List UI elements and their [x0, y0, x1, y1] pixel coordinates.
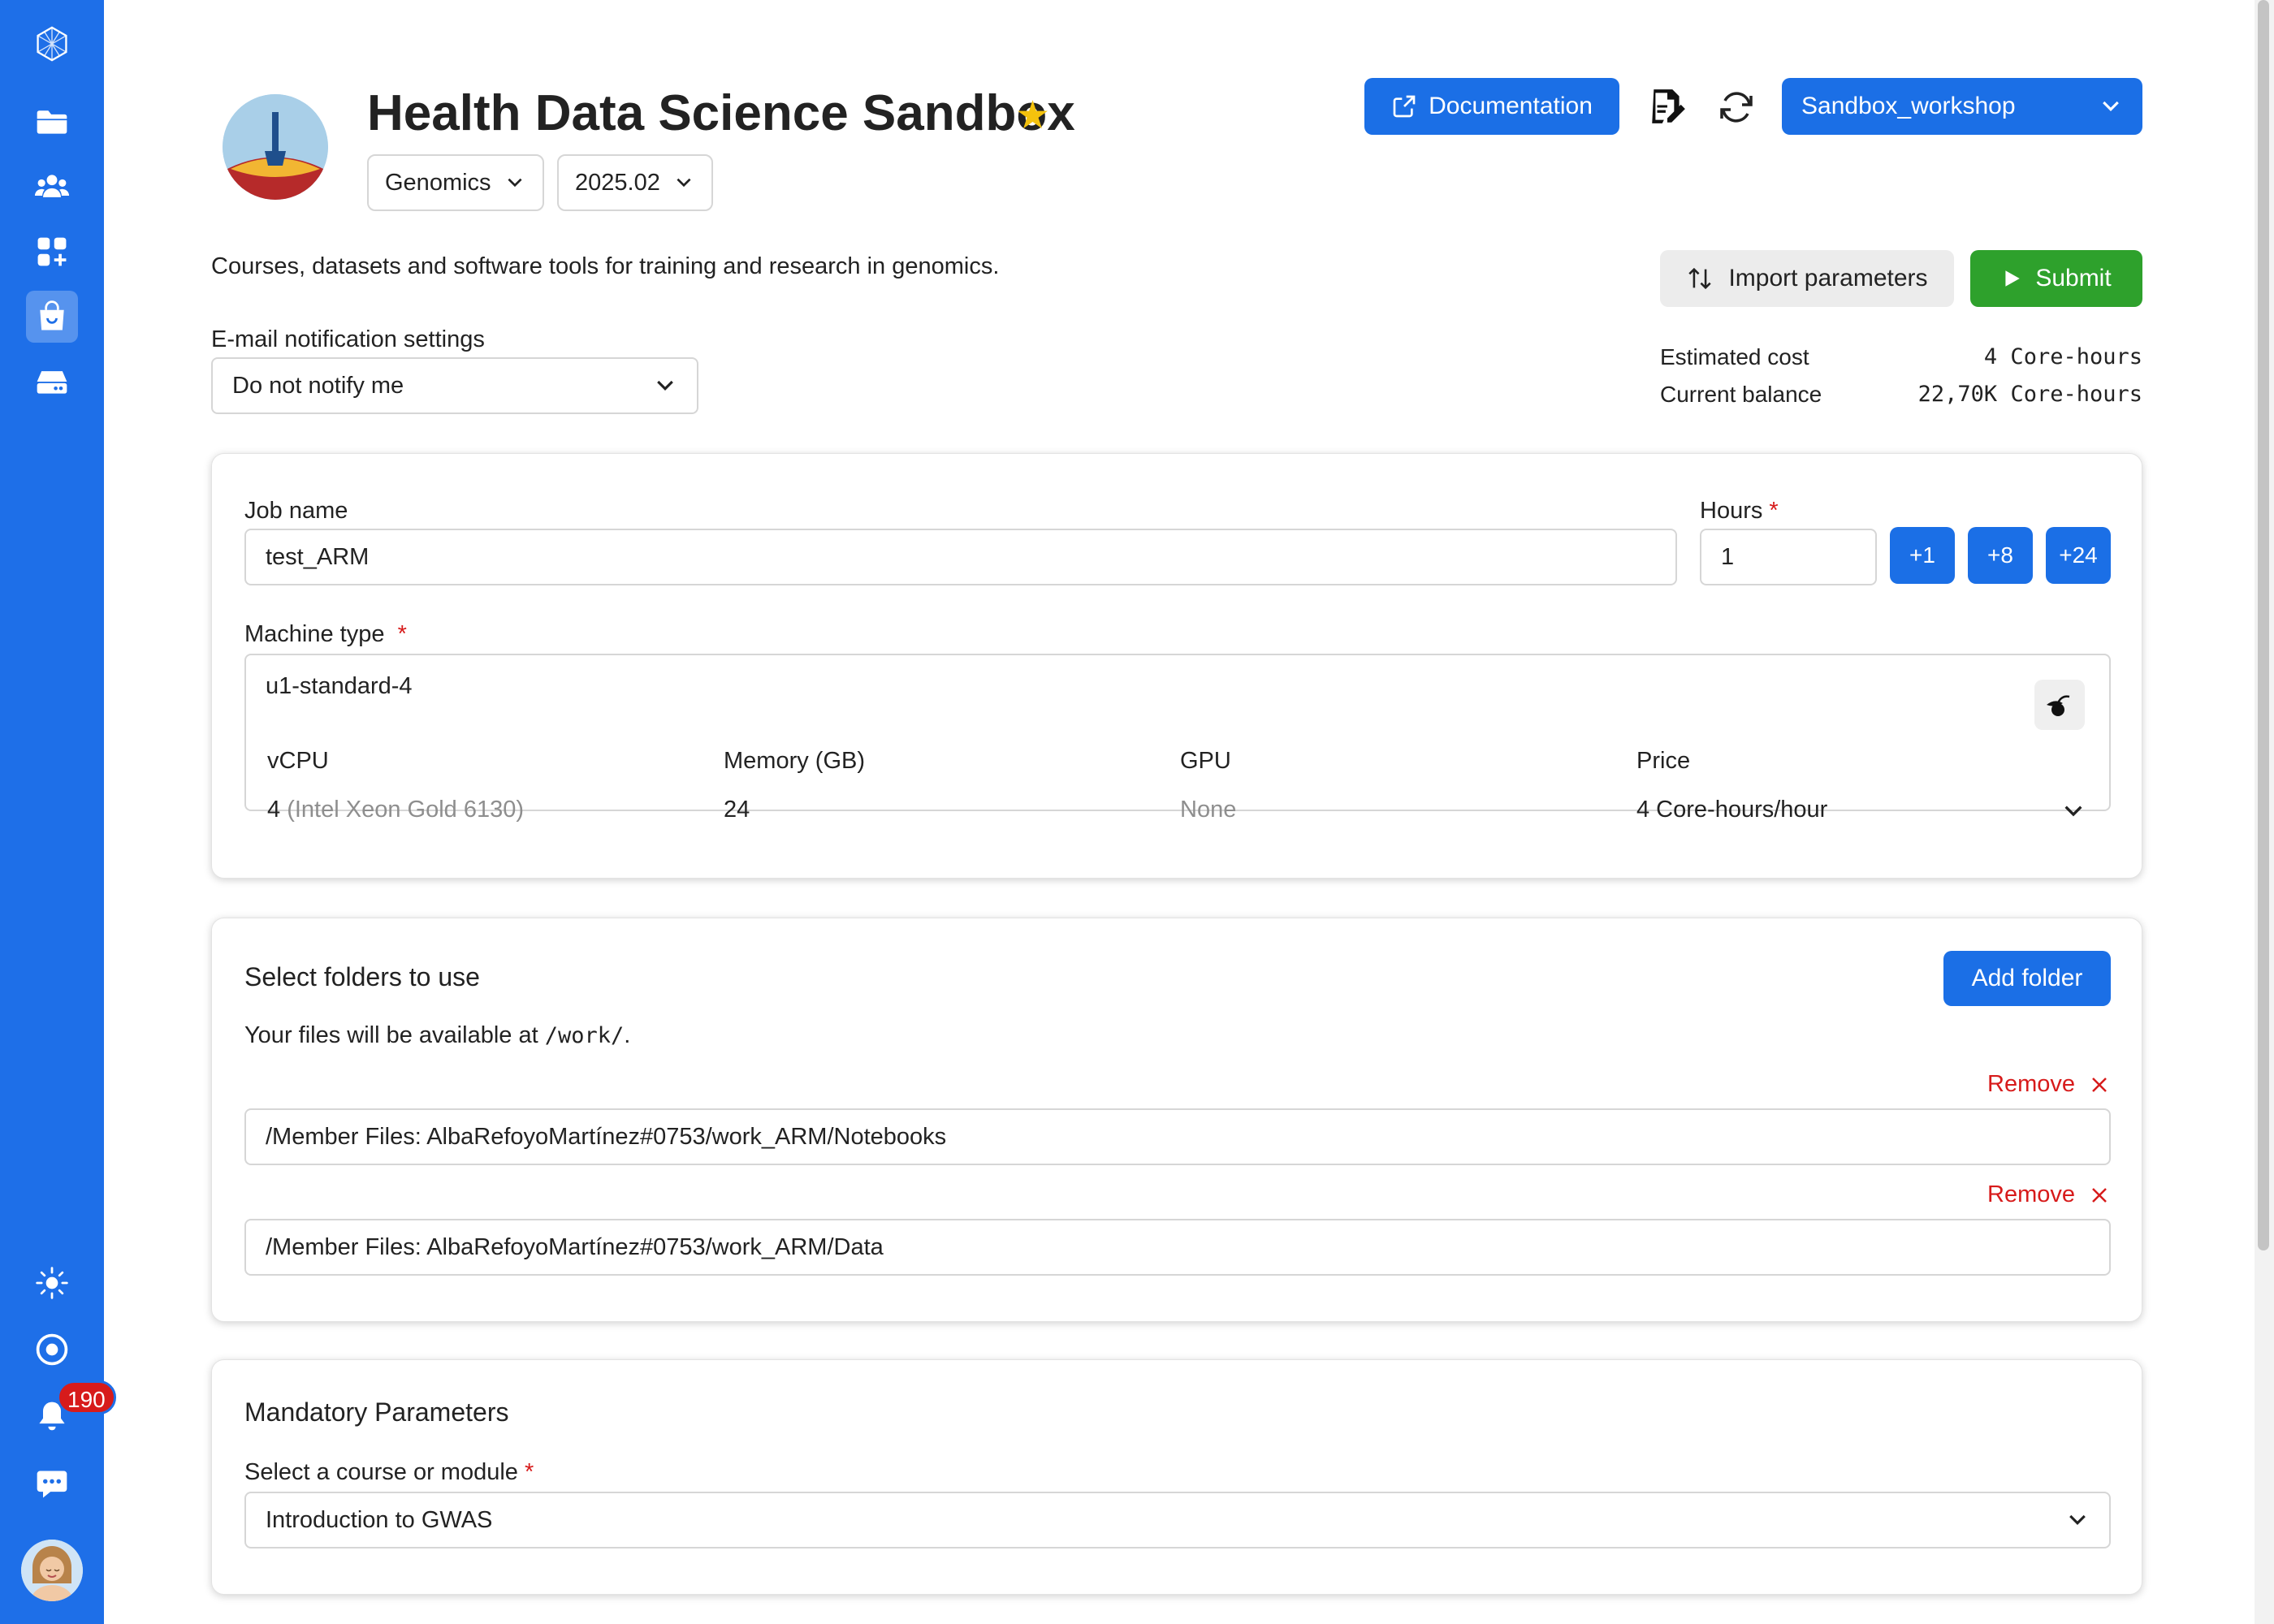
machine-type-value: u1-standard-4 — [266, 673, 413, 699]
submit-label: Submit — [2035, 265, 2112, 292]
folders-title: Select folders to use — [244, 962, 480, 991]
app-logo — [223, 94, 328, 200]
price-value: 4 Core-hours/hour — [1636, 797, 1828, 823]
refresh-icon[interactable] — [1717, 88, 1756, 127]
import-parameters-button[interactable]: Import parameters — [1660, 250, 1954, 307]
status-icon[interactable] — [26, 1324, 78, 1376]
estimated-cost-row: Estimated cost 4 Core-hours — [1660, 344, 2142, 370]
email-notification-value: Do not notify me — [232, 372, 404, 399]
folders-note: Your files will be available at /work/. — [244, 1022, 631, 1048]
folder-path-input[interactable]: /Member Files: AlbaRefoyoMartínez#0753/w… — [244, 1108, 2111, 1165]
remove-folder-2-button[interactable]: Remove — [1987, 1181, 2109, 1208]
add-24-hours-button[interactable]: +24 — [2046, 527, 2111, 584]
import-parameters-label: Import parameters — [1728, 265, 1928, 292]
chevron-down-icon — [2069, 1514, 2086, 1525]
projects-icon[interactable] — [26, 161, 78, 213]
resources-icon[interactable] — [26, 356, 78, 408]
workspace-select[interactable]: Sandbox_workshop — [1782, 78, 2142, 135]
course-value: Introduction to GWAS — [266, 1506, 493, 1533]
folder-path-value: /Member Files: AlbaRefoyoMartínez#0753/w… — [266, 1233, 884, 1260]
support-icon[interactable] — [26, 1458, 78, 1510]
category-value: Genomics — [385, 169, 491, 196]
chevron-down-icon — [657, 380, 673, 391]
vcpu-header: vCPU — [267, 748, 329, 774]
current-balance-row: Current balance 22,70K Core-hours — [1660, 382, 2142, 408]
course-label: Select a course or module * — [244, 1459, 534, 1485]
version-value: 2025.02 — [575, 169, 660, 196]
machine-vendor-icon — [2034, 680, 2085, 730]
submit-button[interactable]: Submit — [1970, 250, 2142, 307]
applications-icon[interactable] — [26, 226, 78, 278]
job-config-card: Job name test_ARM Hours * 1 +1 +8 +24 Ma… — [211, 453, 2142, 879]
memory-header: Memory (GB) — [724, 748, 865, 774]
hours-value: 1 — [1721, 543, 1735, 570]
app-logo-icon[interactable] — [26, 18, 78, 70]
files-icon[interactable] — [26, 96, 78, 148]
vcpu-value: 4 (Intel Xeon Gold 6130) — [267, 797, 525, 823]
hours-label: Hours * — [1700, 498, 1779, 524]
notification-count-badge: 190 — [57, 1380, 116, 1415]
page-title: Health Data Science Sandbox — [367, 85, 1075, 141]
swap-arrows-icon — [1688, 267, 1712, 290]
play-icon — [2005, 270, 2021, 287]
gpu-header: GPU — [1180, 748, 1231, 774]
version-select[interactable]: 2025.02 — [557, 154, 713, 211]
documentation-label: Documentation — [1429, 93, 1593, 119]
app-store-icon[interactable] — [26, 291, 78, 343]
gpu-value: None — [1180, 797, 1237, 823]
email-notification-select[interactable]: Do not notify me — [211, 357, 698, 414]
course-select[interactable]: Introduction to GWAS — [244, 1492, 2111, 1548]
add-1-hour-button[interactable]: +1 — [1890, 527, 1955, 584]
job-name-label: Job name — [244, 498, 348, 524]
current-balance-label: Current balance — [1660, 382, 1822, 407]
user-avatar[interactable] — [21, 1540, 83, 1601]
chevron-down-icon — [677, 178, 691, 188]
estimated-cost-label: Estimated cost — [1660, 344, 1809, 369]
page-scrollbar[interactable] — [2255, 0, 2274, 1624]
mandatory-parameters-card: Mandatory Parameters Select a course or … — [211, 1359, 2142, 1595]
folders-card: Select folders to use Add folder Your fi… — [211, 918, 2142, 1322]
estimated-cost-value: 4 Core-hours — [1983, 344, 2142, 369]
favorite-star-icon[interactable]: ★ — [1015, 93, 1050, 138]
category-select[interactable]: Genomics — [367, 154, 544, 211]
folder-path-input[interactable]: /Member Files: AlbaRefoyoMartínez#0753/w… — [244, 1219, 2111, 1276]
job-name-input[interactable]: test_ARM — [244, 529, 1677, 585]
close-icon — [2092, 1187, 2107, 1203]
app-description: Courses, datasets and software tools for… — [211, 253, 1000, 279]
remove-folder-1-button[interactable]: Remove — [1987, 1071, 2109, 1098]
external-link-icon — [1393, 95, 1416, 118]
price-header: Price — [1636, 748, 1691, 774]
sidebar: 190 — [0, 0, 116, 1624]
mandatory-parameters-title: Mandatory Parameters — [244, 1397, 509, 1427]
add-8-hours-button[interactable]: +8 — [1968, 527, 2033, 584]
edit-document-icon[interactable] — [1647, 86, 1688, 127]
memory-value: 24 — [724, 797, 750, 823]
job-name-value: test_ARM — [266, 543, 370, 570]
close-icon — [2092, 1077, 2107, 1092]
documentation-button[interactable]: Documentation — [1364, 78, 1619, 135]
chevron-down-icon[interactable] — [2060, 798, 2086, 824]
theme-icon[interactable] — [26, 1257, 78, 1309]
scrollbar-thumb[interactable] — [2258, 0, 2269, 1250]
chevron-down-icon — [2103, 101, 2119, 111]
machine-type-select[interactable]: u1-standard-4 vCPU Memory (GB) GPU Price… — [244, 654, 2111, 823]
chevron-down-icon — [508, 178, 522, 188]
machine-type-label: Machine type * — [244, 621, 407, 647]
current-balance-value: 22,70K Core-hours — [1917, 382, 2142, 407]
email-settings-label: E-mail notification settings — [211, 326, 485, 352]
folder-path-value: /Member Files: AlbaRefoyoMartínez#0753/w… — [266, 1123, 947, 1150]
hours-input[interactable]: 1 — [1700, 529, 1877, 585]
add-folder-button[interactable]: Add folder — [1943, 951, 2111, 1006]
workspace-value: Sandbox_workshop — [1801, 93, 2016, 119]
